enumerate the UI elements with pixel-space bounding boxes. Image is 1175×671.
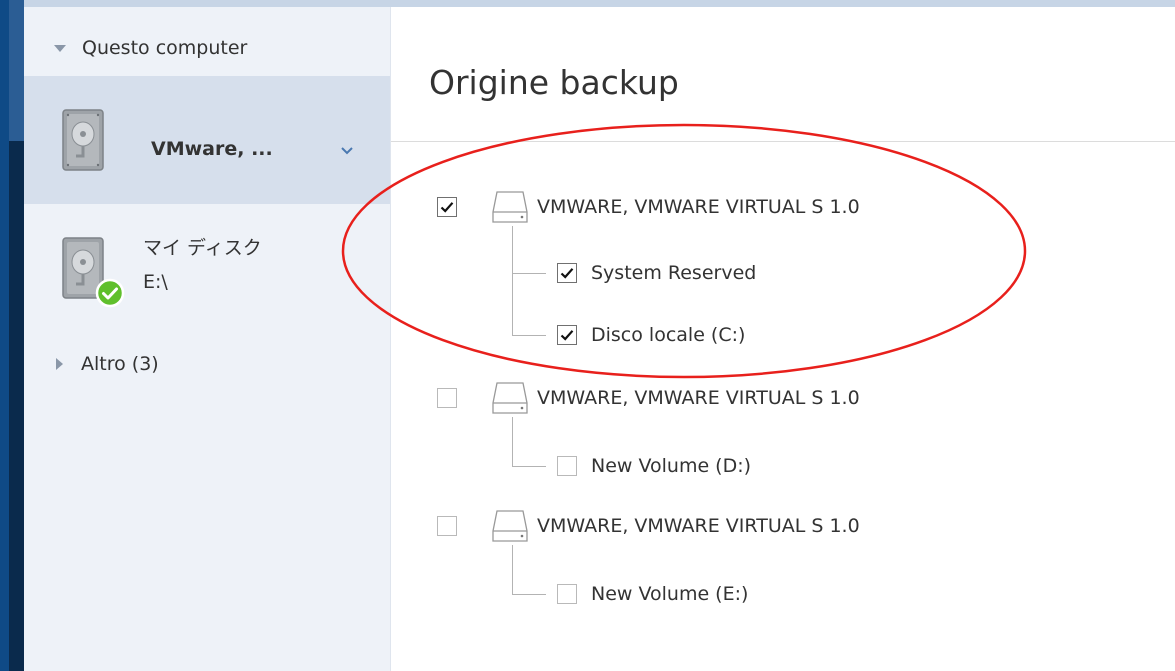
disk-checkbox[interactable]: [437, 197, 457, 217]
collapse-triangle-icon: [54, 44, 66, 52]
title-divider: [391, 141, 1175, 142]
left-nav-strip: [0, 0, 24, 671]
group-this-computer-label: Questo computer: [82, 37, 248, 59]
volume-label: New Volume (D:): [591, 455, 752, 477]
chevron-down-icon[interactable]: [340, 144, 354, 158]
group-other[interactable]: Altro (3): [24, 344, 159, 384]
disk-drive-icon: [492, 382, 528, 414]
source-name: VMware, ...: [151, 138, 273, 160]
tree-connector: [512, 466, 546, 467]
left-nav-strip-accent: [0, 0, 9, 671]
volume-row[interactable]: Disco locale (C:): [557, 317, 745, 353]
checkmark-icon: [560, 330, 574, 341]
source-item-vmware[interactable]: VMware, ...: [24, 76, 390, 204]
volume-row[interactable]: System Reserved: [557, 255, 756, 291]
tree-connector: [512, 594, 546, 595]
disk-drive-icon: [492, 510, 528, 542]
disk-label: VMWARE, VMWARE VIRTUAL S 1.0: [537, 196, 860, 218]
expand-triangle-icon: [56, 358, 63, 370]
disk-checkbox[interactable]: [437, 516, 457, 536]
source-sidebar: Questo computer VMware, ... マイ ディスク E:\ …: [24, 7, 391, 671]
page-title: Origine backup: [429, 63, 679, 102]
checkmark-icon: [440, 202, 454, 213]
disk-row[interactable]: VMWARE, VMWARE VIRTUAL S 1.0: [437, 189, 860, 225]
disk-row[interactable]: VMWARE, VMWARE VIRTUAL S 1.0: [437, 508, 860, 544]
app-window: Questo computer VMware, ... マイ ディスク E:\ …: [0, 0, 1175, 671]
tree-connector: [512, 273, 546, 274]
disk-drive-icon: [492, 191, 528, 223]
group-this-computer[interactable]: Questo computer: [24, 28, 247, 68]
volume-checkbox[interactable]: [557, 584, 577, 604]
disk-label: VMWARE, VMWARE VIRTUAL S 1.0: [537, 515, 860, 537]
volume-label: New Volume (E:): [591, 583, 749, 605]
source-item-my-disk[interactable]: マイ ディスク E:\: [24, 204, 390, 332]
volume-row[interactable]: New Volume (E:): [557, 576, 748, 612]
volume-checkbox[interactable]: [557, 456, 577, 476]
disk-label: VMWARE, VMWARE VIRTUAL S 1.0: [537, 387, 860, 409]
tree-connector: [512, 335, 546, 336]
tree-connector: [512, 226, 513, 274]
group-other-label: Altro (3): [81, 353, 159, 375]
disk-row[interactable]: VMWARE, VMWARE VIRTUAL S 1.0: [437, 380, 860, 416]
volume-row[interactable]: New Volume (D:): [557, 448, 751, 484]
source-path: E:\: [143, 271, 168, 293]
tree-connector: [512, 273, 513, 335]
volume-checkbox[interactable]: [557, 263, 577, 283]
hard-disk-icon: [62, 109, 104, 171]
volume-label: System Reserved: [591, 262, 757, 284]
check-circle-icon: [95, 278, 125, 308]
source-name: マイ ディスク: [143, 237, 262, 259]
tree-connector: [512, 417, 513, 467]
top-border: [0, 0, 1175, 7]
checkmark-icon: [560, 268, 574, 279]
disk-checkbox[interactable]: [437, 388, 457, 408]
tree-connector: [512, 545, 513, 595]
backup-source-panel: Origine backup VMWARE, VMWARE VIRTUAL S …: [391, 7, 1175, 671]
volume-checkbox[interactable]: [557, 325, 577, 345]
volume-label: Disco locale (C:): [591, 324, 746, 346]
